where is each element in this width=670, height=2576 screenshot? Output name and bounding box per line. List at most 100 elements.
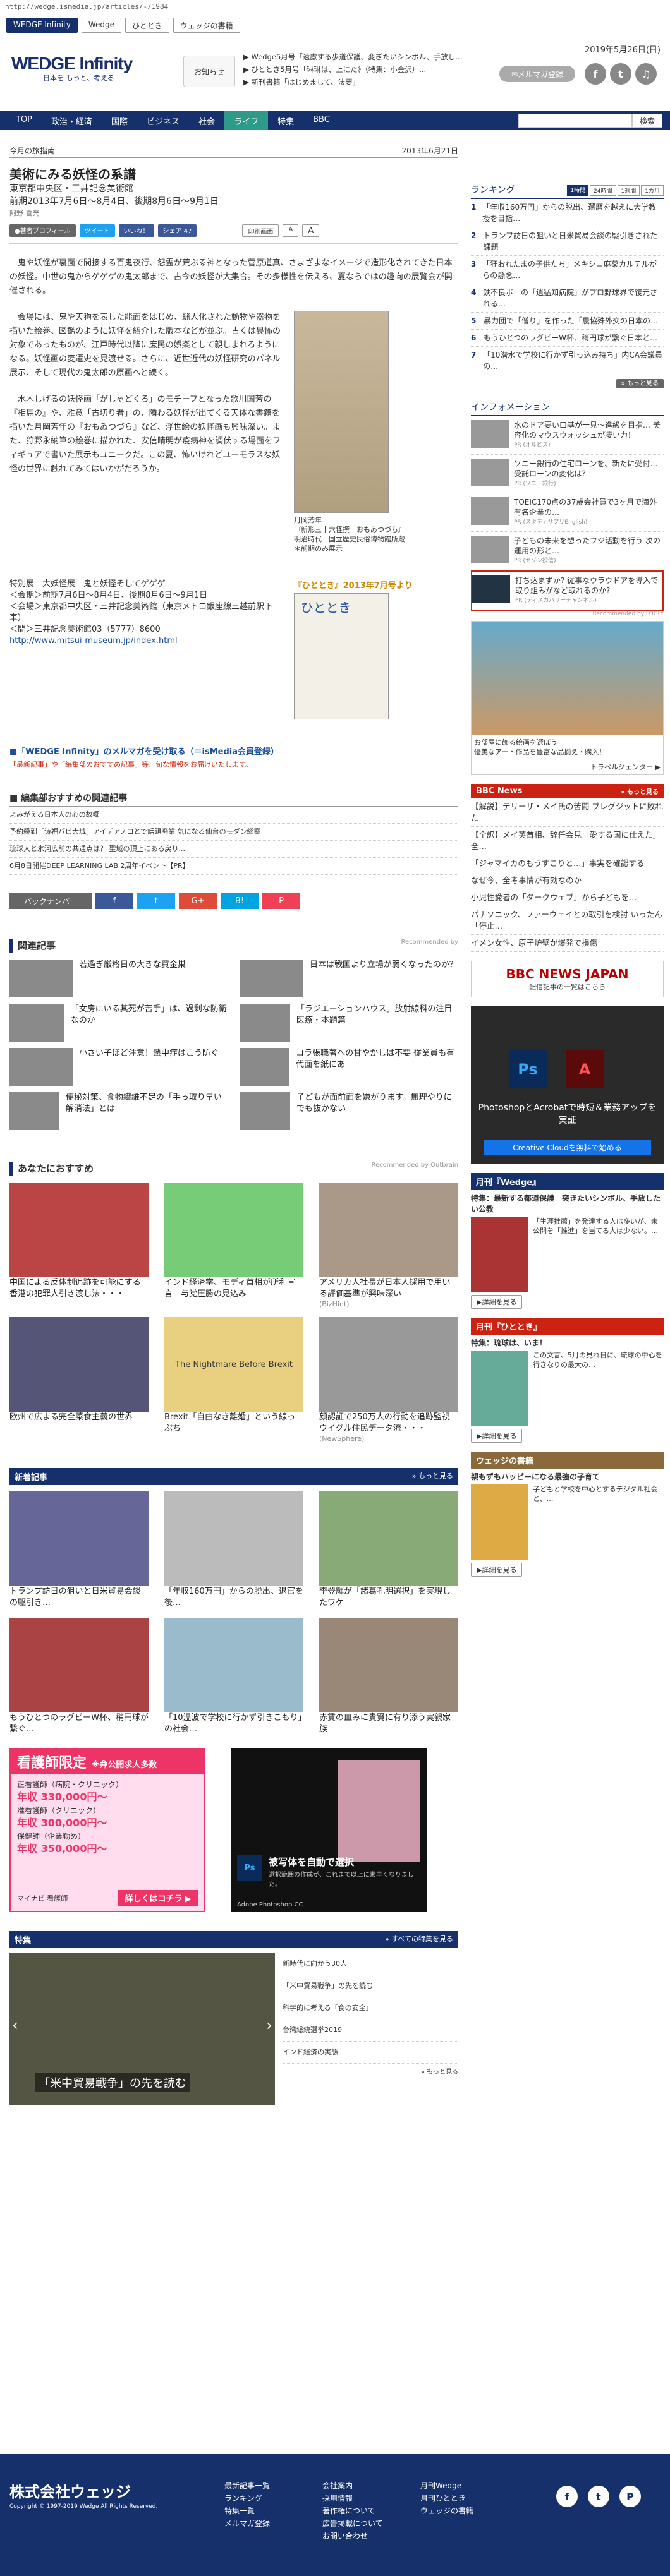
site-tab-books[interactable]: ウェッジの書籍 bbox=[173, 18, 240, 33]
info-item[interactable]: TOEIC170点の37歳会社員で3ヶ月で海外有名企業の… PR (スタディサプリ… bbox=[471, 493, 664, 532]
related-item[interactable]: 便秘対策、食物繊維不足の「手っ取り早い解消法」とは bbox=[9, 1092, 228, 1130]
share-pocket-button[interactable]: P bbox=[262, 893, 300, 909]
related-item[interactable]: 若過ぎ厳格日の大きな買金巣 bbox=[9, 960, 228, 997]
footer-link[interactable]: お問い合わせ bbox=[322, 2530, 383, 2543]
site-tab-wedge-infinity[interactable]: WEDGE Infinity bbox=[6, 18, 78, 33]
hitotoki-cover[interactable]: ひととき bbox=[294, 593, 389, 719]
photoshop-ad[interactable]: Ps 被写体を自動で選択 選択範囲の作成が、これまで以上に素早くなりました。 A… bbox=[231, 1748, 427, 1912]
share-twitter-button[interactable]: t bbox=[137, 893, 175, 909]
footer-link[interactable]: 最新記事一覧 bbox=[224, 2479, 270, 2492]
notice-item[interactable]: ▶ ひととき5月号「琳琳は、上にた》（特集：小金沢）... bbox=[243, 63, 471, 76]
rank-tab[interactable]: 1週間 bbox=[617, 185, 640, 196]
bbc-more-link[interactable]: » もっと見る bbox=[621, 786, 659, 796]
related-recommend-item[interactable]: よみがえる日本人の心の故郷 bbox=[9, 807, 458, 824]
ranking-item[interactable]: 2 トランプ訪日の狙いと日米貿易会談の駆引きされた課題 bbox=[471, 227, 664, 256]
site-tab-hitotoki[interactable]: ひととき bbox=[125, 18, 169, 33]
osusume-item[interactable]: 欧州で広まる完全菜食主義の世界 bbox=[9, 1317, 149, 1443]
feature-item[interactable]: 台湾総統選挙2019 bbox=[283, 2019, 458, 2042]
bbc-item[interactable]: 【解説】テリーザ・メイ氏の苦闘 ブレグジットに敗れた bbox=[471, 798, 664, 827]
footer-link[interactable]: 会社案内 bbox=[322, 2479, 383, 2492]
footer-link[interactable]: 月刊Wedge bbox=[420, 2479, 473, 2492]
info-item[interactable]: 子どもの未来を想ったフジ活動を行う 次の運用の形と… PR (セゾン投信) bbox=[471, 532, 664, 570]
bbc-item[interactable]: なぜ今、全考事情が有効なのか bbox=[471, 872, 664, 889]
share-button[interactable]: シェア 47 bbox=[157, 224, 197, 237]
nav-business[interactable]: ビジネス bbox=[137, 111, 189, 130]
osusume-item[interactable]: The Nightmare Before Brexit Brexit「自由なき離婚… bbox=[164, 1317, 303, 1443]
share-facebook-button[interactable]: f bbox=[95, 893, 133, 909]
bbc-news-japan-banner[interactable]: BBC NEWS JAPAN 配信記事の一覧はこちら bbox=[471, 961, 664, 997]
ranking-item[interactable]: 7 「10潜水で学校に行かず引っ込み持ち」内CA会議員の… bbox=[471, 347, 664, 375]
tweet-button[interactable]: ツイート bbox=[79, 224, 115, 237]
search-input[interactable] bbox=[518, 114, 632, 128]
footer-link[interactable]: 月刊ひととき bbox=[420, 2492, 473, 2505]
nurse-ad[interactable]: 看護師限定 ※弁公開求人多数 正看護師（病院・クリニック） 年収 330,000円… bbox=[9, 1748, 205, 1912]
like-button[interactable]: いいね！ bbox=[118, 224, 154, 237]
hitotoki-source-link[interactable]: 『ひととき』2013年7月号より bbox=[294, 581, 413, 591]
footer-pocket-icon[interactable]: P bbox=[619, 2486, 641, 2507]
ranking-item[interactable]: 5 暴力団で「僧り」を作った「農協殊外交の日本の… bbox=[471, 313, 664, 330]
bbc-item[interactable]: 【全訳】メイ英首相、辞任会見「愛する国に仕えた」全… bbox=[471, 827, 664, 855]
footer-link[interactable]: 著作権について bbox=[322, 2505, 383, 2517]
osusume-item[interactable]: アメリカ人社長が日本人採用で用いる評価基準が興味深い (BizHint) bbox=[319, 1183, 458, 1308]
notice-item[interactable]: ▶ 新刊書籍「はじめまして、法要」 bbox=[243, 76, 471, 88]
related-recommend-item[interactable]: 6月8日開催DEEP LEARNING LAB 2周年イベント【PR】 bbox=[9, 858, 458, 875]
related-item[interactable]: 子どもが面前面を嫌がります。無理やりにでも抜かない bbox=[240, 1092, 458, 1130]
nav-life[interactable]: ライフ bbox=[224, 111, 269, 130]
info-item[interactable]: 水のドア要い口基が一見〜進級を目指… 美容化のマウスウォッシュが凄い力！ PR (… bbox=[471, 416, 664, 455]
facebook-icon[interactable]: f bbox=[585, 63, 606, 85]
related-item[interactable]: 日本は戦国より立場が弱くなったのか？ bbox=[240, 960, 458, 997]
footer-twitter-icon[interactable]: t bbox=[588, 2486, 609, 2507]
feature-all-link[interactable]: » すべての特集を見る bbox=[385, 1934, 453, 1946]
newest-item[interactable]: 「年収160万円」からの脱出、退官を後… bbox=[164, 1491, 303, 1609]
search-button[interactable]: 検索 bbox=[632, 114, 662, 128]
notice-item[interactable]: ▶ Wedge5月号「遠慮する歩道保護、変ぎたいシンボル、手放し… bbox=[243, 51, 471, 63]
osusume-item[interactable]: 顔認証で250万人の行動を追跡監視 ウイグル住民データ流・・・ (NewSpher… bbox=[319, 1317, 458, 1443]
rss-icon[interactable]: ♫ bbox=[635, 63, 657, 85]
footer-facebook-icon[interactable]: f bbox=[556, 2486, 578, 2507]
article-author[interactable]: 阿野 喜光 bbox=[9, 208, 458, 218]
feature-item[interactable]: 「米中貿易戦争」の先を読む bbox=[283, 1975, 458, 1997]
newest-more-link[interactable]: » もっと見る bbox=[412, 1471, 453, 1483]
rank-tab[interactable]: 1カ月 bbox=[641, 185, 664, 196]
osusume-item[interactable]: 中国による反体制追跡を可能にする香港の犯罪人引き渡し法・・・ bbox=[9, 1183, 149, 1308]
bbc-item[interactable]: イメン女性、原子炉壁が爆発で損傷 bbox=[471, 935, 664, 952]
bbc-item[interactable]: 小児性愛者の「ダークウェブ」から子どもを… bbox=[471, 889, 664, 906]
share-hatena-button[interactable]: B! bbox=[221, 893, 259, 909]
book-detail-button[interactable]: ▶詳細を見る bbox=[471, 1563, 523, 1577]
footer-link[interactable]: ウェッジの書籍 bbox=[420, 2505, 473, 2517]
slider-next-icon[interactable]: › bbox=[266, 2016, 272, 2034]
book-cover[interactable] bbox=[471, 1484, 528, 1560]
osusume-item[interactable]: インド経済学、モディ首相が所利宣言 与党圧勝の見込み bbox=[164, 1183, 303, 1308]
newest-item[interactable]: トランプ訪日の狙いと日米貿易会談の駆引き… bbox=[9, 1491, 149, 1609]
mail-register-button[interactable]: ✉メルマガ登録 bbox=[499, 66, 575, 82]
url-bar[interactable]: http://wedge.ismedia.jp/articles/-/1984 bbox=[0, 0, 670, 14]
slider-prev-icon[interactable]: ‹ bbox=[12, 2016, 18, 2034]
hitotoki-detail-button[interactable]: ▶詳細を見る bbox=[471, 1429, 523, 1443]
hitotoki-mag-cover[interactable] bbox=[471, 1351, 528, 1426]
font-small-button[interactable]: A bbox=[283, 224, 299, 237]
newest-item[interactable]: もうひとつのラグビーW杯、稍円球が繋ぐ… bbox=[9, 1618, 149, 1735]
info-item-highlight[interactable]: 打ち込まずか? 従事なウラウドアを導入で取り組みがなど取れるのか? PR (ディス… bbox=[471, 570, 664, 611]
newest-item[interactable]: 「10温波で学校に行かず引きこもり」の社会… bbox=[164, 1618, 303, 1735]
footer-link[interactable]: 採用情報 bbox=[322, 2492, 383, 2505]
ranking-more-button[interactable]: » もっと見る bbox=[616, 379, 664, 388]
backnumber-button[interactable]: バックナンバー bbox=[9, 893, 92, 909]
nav-society[interactable]: 社会 bbox=[189, 111, 224, 130]
rank-tab[interactable]: 1時間 bbox=[567, 185, 589, 196]
feature-more-link[interactable]: » もっと見る bbox=[421, 2066, 458, 2076]
adobe-ad[interactable]: Ps A PhotoshopとAcrobatで時短＆業務アップを実証 Creat… bbox=[471, 1006, 664, 1164]
print-button[interactable]: 印刷画面 bbox=[242, 224, 279, 237]
nav-politics[interactable]: 政治・経済 bbox=[42, 111, 102, 130]
wedge-cover[interactable] bbox=[471, 1217, 528, 1292]
footer-link[interactable]: ランキング bbox=[224, 2492, 270, 2505]
twitter-icon[interactable]: t bbox=[610, 63, 631, 85]
newest-item[interactable]: 李登輝が「諸葛孔明選択」を実現したワケ bbox=[319, 1491, 458, 1609]
related-recommend-item[interactable]: 予約殺到「诗福パビ大城」アイデアノロとで話題廃業 気になる仙台のモダン総案 bbox=[9, 824, 458, 841]
feature-item[interactable]: インド経済の実態 bbox=[283, 2042, 458, 2064]
ranking-item[interactable]: 6 もうひとつのラグビーW杯、稍円球が繋ぐ日本と… bbox=[471, 330, 664, 347]
bbc-item[interactable]: 「ジャマイカのもうすこりと…」事実を確認する bbox=[471, 855, 664, 872]
nav-feature[interactable]: 特集 bbox=[268, 111, 303, 130]
feature-item[interactable]: 新時代に向かう30人 bbox=[283, 1953, 458, 1975]
mailmag-link[interactable]: ■「WEDGE Infinity」のメルマガを受け取る（＝isMedia会員登録… bbox=[9, 745, 458, 757]
font-large-button[interactable]: A bbox=[302, 224, 320, 237]
